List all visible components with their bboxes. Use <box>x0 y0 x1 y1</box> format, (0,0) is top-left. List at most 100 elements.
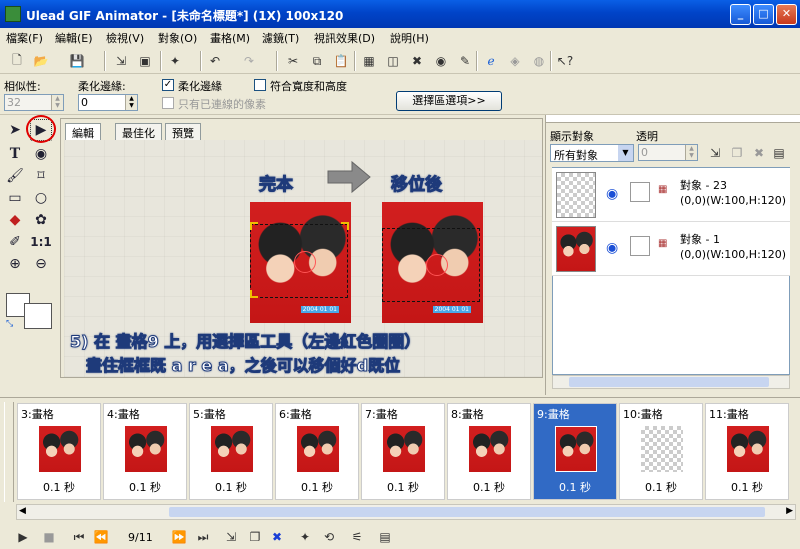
delete-frame-icon[interactable]: ✖ <box>268 528 286 546</box>
magic-wand-icon[interactable]: ◉ <box>30 143 52 165</box>
copy-icon[interactable]: ⧉ <box>308 52 326 70</box>
add-video-icon[interactable]: ▣ <box>136 52 154 70</box>
similarity-spinner[interactable]: 32 ▲ ▼ <box>4 94 64 111</box>
new-object-icon[interactable]: ⇲ <box>706 144 724 162</box>
browser-preview-icon[interactable]: ℯ <box>482 52 500 70</box>
delete-object-icon[interactable]: ✖ <box>408 52 426 70</box>
maximize-button[interactable]: □ <box>753 4 774 25</box>
spinner-arrows[interactable]: ▲ ▼ <box>685 145 697 160</box>
zoom-in-icon[interactable]: ⊕ <box>4 253 26 275</box>
frame-delay[interactable]: 0.1 秒 <box>104 479 186 495</box>
frame-properties-icon[interactable]: ▦ <box>360 52 378 70</box>
frames-scrollbar[interactable]: ◀ ▶ <box>16 504 796 520</box>
selection-options-button[interactable]: 選擇區選項>> <box>396 91 502 111</box>
menu-edit[interactable]: 編輯(E) <box>55 30 93 46</box>
frame-delay[interactable]: 0.1 秒 <box>190 479 272 495</box>
object-row[interactable]: ◉ ▦ 對象 - 23 (0,0)(W:100,H:120) <box>552 168 790 222</box>
stop-icon[interactable]: ■ <box>40 528 58 546</box>
duplicate-object-icon[interactable]: ❐ <box>728 144 746 162</box>
frame-delay[interactable]: 0.1 秒 <box>362 479 444 495</box>
last-frame-icon[interactable]: ⏭ <box>194 528 212 546</box>
scroll-left-icon[interactable]: ◀ <box>19 506 26 516</box>
scroll-right-icon[interactable]: ▶ <box>786 506 793 516</box>
new-icon[interactable]: 🗋 <box>8 52 26 70</box>
scrollbar-thumb[interactable] <box>569 377 769 387</box>
tab-optimize[interactable]: 最佳化 <box>115 123 162 140</box>
frame-delay[interactable]: 0.1 秒 <box>276 479 358 495</box>
fit-checkbox[interactable] <box>254 79 266 91</box>
object-row[interactable]: ◉ ▦ 對象 - 1 (0,0)(W:100,H:120) <box>552 222 790 276</box>
reverse-frames-icon[interactable]: ⟲ <box>320 528 338 546</box>
menu-filter[interactable]: 濾鏡(T) <box>262 30 299 46</box>
lasso-icon[interactable]: ○ <box>30 187 52 209</box>
menu-video-effects[interactable]: 視訊效果(D) <box>314 30 375 46</box>
lasso-select-icon[interactable]: ⌑ <box>30 165 52 187</box>
actual-size-icon[interactable]: 1:1 <box>30 231 52 253</box>
save-icon[interactable]: 💾 <box>68 52 86 70</box>
object-props-icon[interactable]: ▤ <box>770 144 788 162</box>
eye-icon[interactable]: ◉ <box>606 240 618 256</box>
minimize-button[interactable]: _ <box>730 4 751 25</box>
next-frame-icon[interactable]: ⏩ <box>170 528 188 546</box>
swap-colors-icon[interactable]: ⤡ <box>6 319 13 329</box>
previous-frame-icon[interactable]: ⏪ <box>92 528 110 546</box>
frame-thumb[interactable]: 7:畫格 0.1 秒 <box>361 403 445 500</box>
help-pointer-icon[interactable]: ↖? <box>556 52 574 70</box>
frame-delay[interactable]: 0.1 秒 <box>18 479 100 495</box>
first-frame-icon[interactable]: ⏮ <box>70 528 88 546</box>
frame-delay[interactable]: 0.1 秒 <box>620 479 702 495</box>
redo-icon[interactable]: ↷ <box>240 52 258 70</box>
frame-delay[interactable]: 0.1 秒 <box>534 479 616 495</box>
add-image-icon[interactable]: ⇲ <box>112 52 130 70</box>
scrollbar-thumb[interactable] <box>169 507 765 517</box>
menu-file[interactable]: 檔案(F) <box>6 30 43 46</box>
menu-view[interactable]: 檢視(V) <box>106 30 144 46</box>
menu-object[interactable]: 對象(O) <box>158 30 197 46</box>
image-editor-icon[interactable]: ✎ <box>456 52 474 70</box>
undo-icon[interactable]: ↶ <box>206 52 224 70</box>
eraser-icon[interactable]: ▭ <box>4 187 26 209</box>
tween-icon[interactable]: ✦ <box>296 528 314 546</box>
cut-icon[interactable]: ✂ <box>284 52 302 70</box>
horizontal-scrollbar[interactable] <box>552 375 790 389</box>
delete-object-icon[interactable]: ✖ <box>750 144 768 162</box>
pick-tool-icon[interactable]: ➤ <box>4 119 26 141</box>
frame-properties-icon[interactable]: ▤ <box>376 528 394 546</box>
frame-thumb[interactable]: 11:畫格 0.1 秒 <box>705 403 789 500</box>
show-objects-dropdown[interactable]: 所有對象 ▼ <box>550 144 634 162</box>
background-color-swatch[interactable] <box>24 303 52 329</box>
contiguous-checkbox[interactable] <box>162 97 174 109</box>
frame-delay[interactable]: 0.1 秒 <box>448 479 530 495</box>
web-icon[interactable]: ◍ <box>530 52 548 70</box>
animation-wizard-icon[interactable]: ✦ <box>166 52 184 70</box>
frame-thumb[interactable]: 10:畫格 0.1 秒 <box>619 403 703 500</box>
paste-icon[interactable]: 📋 <box>332 52 350 70</box>
opacity-spinner[interactable]: 0 ▲ ▼ <box>638 144 698 161</box>
optimize-icon[interactable]: ◈ <box>506 52 524 70</box>
clone-icon[interactable]: ✿ <box>30 209 52 231</box>
spinner-arrows[interactable]: ▲ ▼ <box>125 95 137 110</box>
canvas-stage[interactable]: 完本 移位後 2004 01 01 2004 01 01 5) 在 畫格9 上，… <box>64 140 542 377</box>
paint-bucket-icon[interactable]: ◆ <box>4 209 26 231</box>
text-tool-icon[interactable]: T <box>4 143 26 165</box>
close-button[interactable]: ✕ <box>776 4 797 25</box>
lock-box[interactable] <box>630 236 650 256</box>
frame-thumb[interactable]: 8:畫格 0.1 秒 <box>447 403 531 500</box>
eye-icon[interactable]: ◉ <box>606 186 618 202</box>
frame-thumb[interactable]: 5:畫格 0.1 秒 <box>189 403 273 500</box>
feather-spinner[interactable]: 0 ▲ ▼ <box>78 94 138 111</box>
tab-preview[interactable]: 預覽 <box>165 123 201 140</box>
frame-thumb[interactable]: 3:畫格 0.1 秒 <box>17 403 101 500</box>
object-properties-icon[interactable]: ◉ <box>432 52 450 70</box>
banner-text-icon[interactable]: ⚟ <box>348 528 366 546</box>
frame-delay[interactable]: 0.1 秒 <box>706 479 788 495</box>
play-icon[interactable]: ▶ <box>14 528 32 546</box>
duplicate-frame-icon[interactable]: ❐ <box>246 528 264 546</box>
eyedropper-icon[interactable]: ✐ <box>4 231 26 253</box>
chevron-down-icon[interactable]: ▼ <box>618 145 633 161</box>
lock-box[interactable] <box>630 182 650 202</box>
feather-checkbox[interactable]: ✓ <box>162 79 174 91</box>
object-manager-icon[interactable]: ◫ <box>384 52 402 70</box>
frame-thumb[interactable]: 4:畫格 0.1 秒 <box>103 403 187 500</box>
brush-icon[interactable]: 🖌 <box>4 165 26 187</box>
